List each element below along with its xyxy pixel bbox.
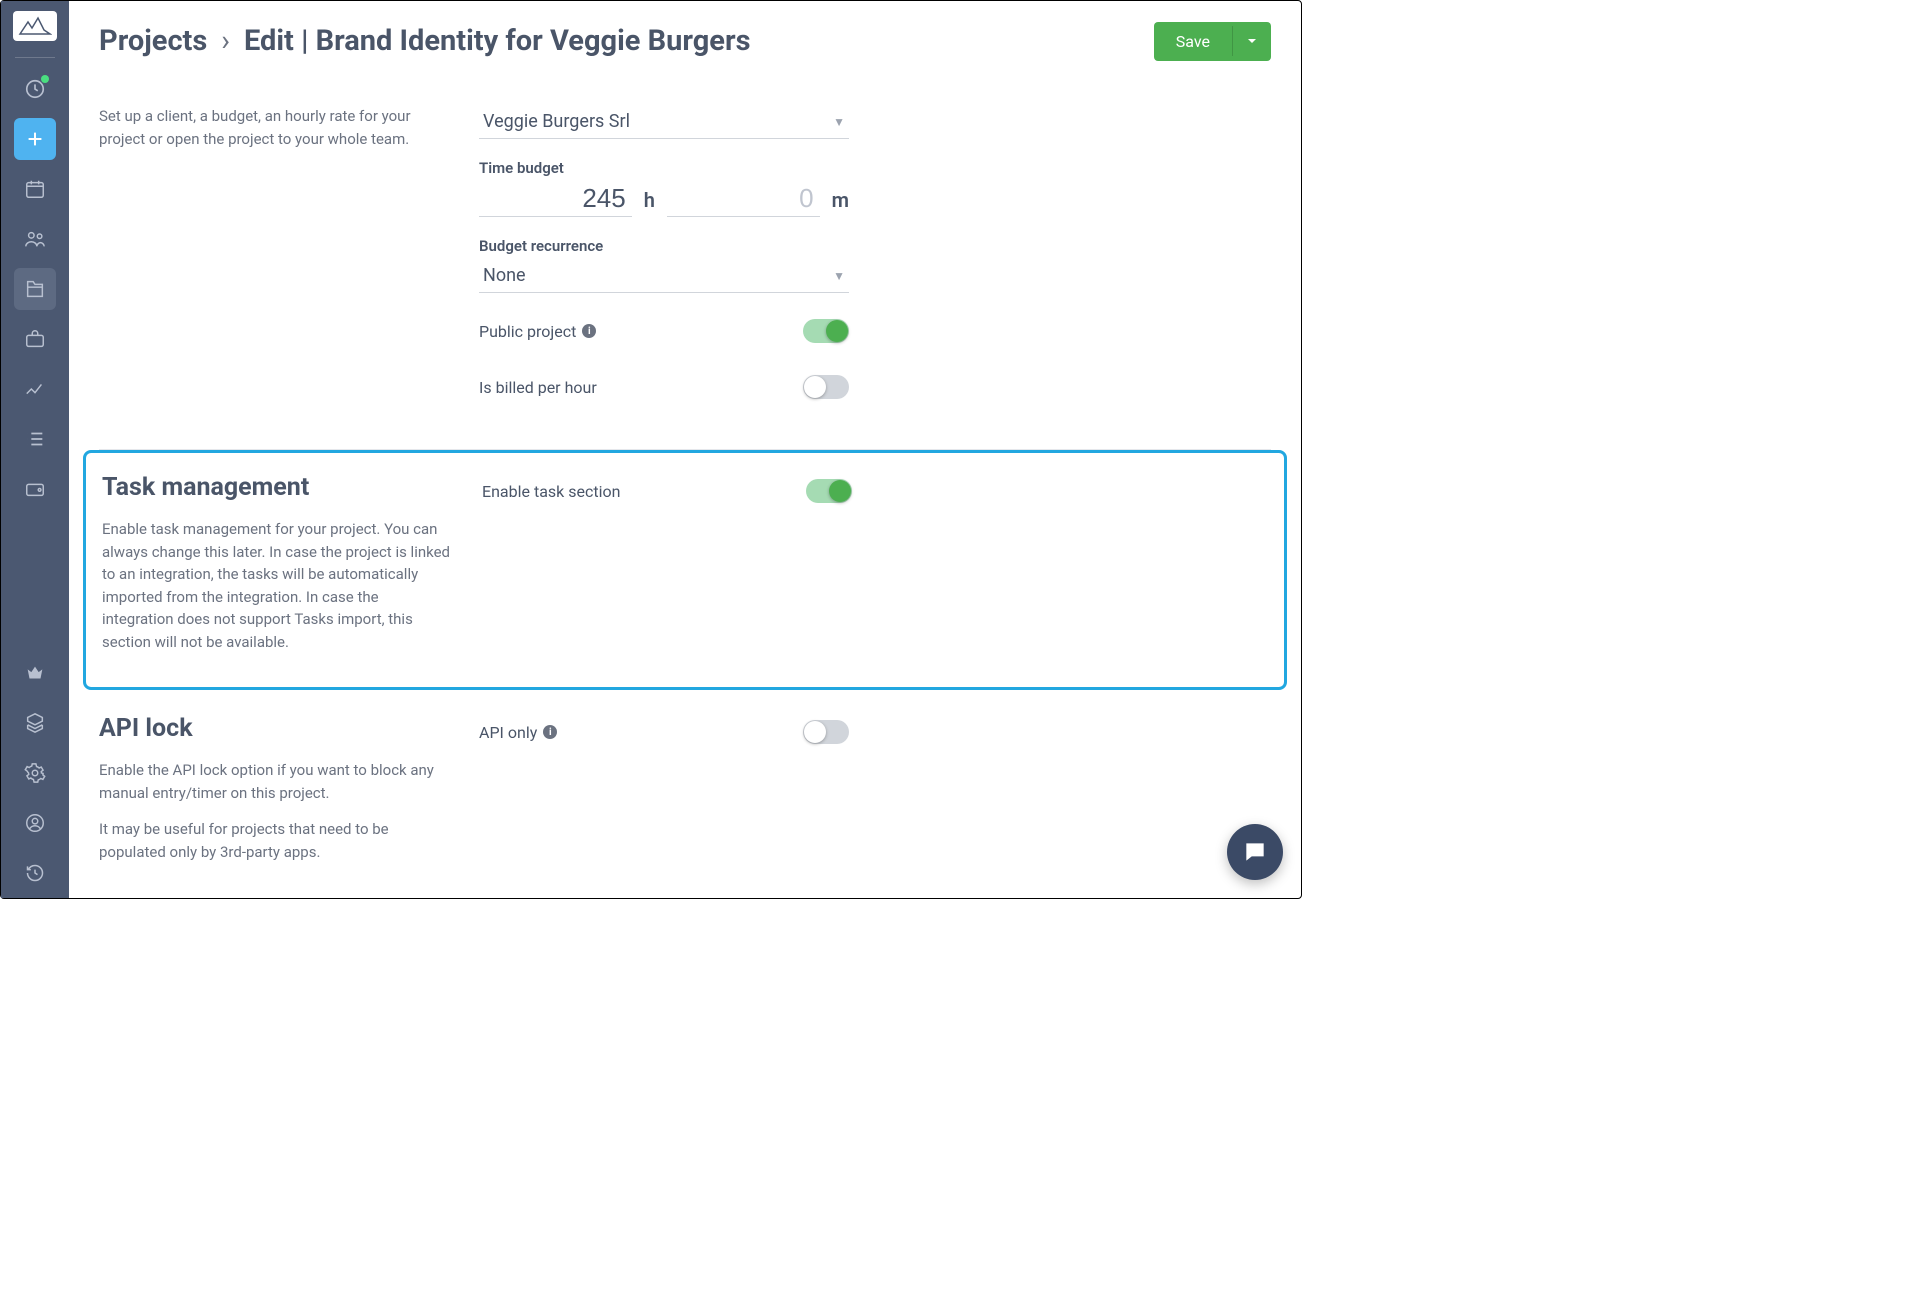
section-task-management: Task management Enable task management f… [83, 450, 1287, 690]
save-button-label: Save [1154, 22, 1232, 61]
nav-premium[interactable] [14, 652, 56, 694]
section-setup-desc: Set up a client, a budget, an hourly rat… [99, 105, 449, 150]
page-header: Projects › Edit | Brand Identity for Veg… [69, 1, 1301, 81]
save-button-dropdown[interactable] [1232, 26, 1271, 56]
api-lock-title: API lock [99, 714, 449, 743]
breadcrumb: Projects › Edit | Brand Identity for Veg… [99, 24, 750, 58]
chat-button[interactable] [1227, 824, 1283, 880]
minutes-unit: m [832, 188, 849, 212]
task-mgmt-title: Task management [102, 473, 452, 502]
nav-wallet[interactable] [14, 468, 56, 510]
nav-settings[interactable] [14, 752, 56, 794]
nav-integrations[interactable] [14, 702, 56, 744]
section-api-lock: API lock Enable the API lock option if y… [99, 690, 1271, 898]
breadcrumb-root[interactable]: Projects [99, 24, 207, 58]
info-icon[interactable]: i [582, 324, 596, 338]
section-project-setup: Set up a client, a budget, an hourly rat… [99, 81, 1271, 450]
api-lock-desc2: It may be useful for projects that need … [99, 818, 449, 863]
nav-account[interactable] [14, 802, 56, 844]
info-icon[interactable]: i [543, 725, 557, 739]
recurrence-select[interactable]: None ▼ [479, 259, 849, 293]
time-budget-minutes[interactable] [667, 181, 820, 217]
status-dot [41, 75, 49, 83]
billed-hour-label: Is billed per hour [479, 378, 597, 397]
nav-reports[interactable] [14, 368, 56, 410]
nav-history[interactable] [14, 852, 56, 894]
nav-time[interactable] [14, 68, 56, 110]
nav-team[interactable] [14, 218, 56, 260]
client-select-value: Veggie Burgers Srl [483, 111, 630, 132]
api-lock-desc1: Enable the API lock option if you want t… [99, 759, 449, 804]
api-only-toggle[interactable] [803, 720, 849, 744]
chevron-down-icon: ▼ [833, 269, 845, 283]
enable-task-label: Enable task section [482, 482, 620, 501]
time-budget-label: Time budget [479, 159, 849, 177]
breadcrumb-current: Edit | Brand Identity for Veggie Burgers [244, 24, 750, 58]
public-project-toggle[interactable] [803, 319, 849, 343]
recurrence-label: Budget recurrence [479, 237, 849, 255]
content-area: Set up a client, a budget, an hourly rat… [69, 81, 1301, 898]
app-logo[interactable] [13, 11, 57, 41]
chevron-down-icon: ▼ [833, 115, 845, 129]
chevron-right-icon: › [221, 24, 230, 58]
save-button[interactable]: Save [1154, 22, 1271, 61]
time-budget-hours[interactable] [479, 181, 632, 217]
task-mgmt-desc: Enable task management for your project.… [102, 518, 452, 653]
nav-list[interactable] [14, 418, 56, 460]
billed-hour-toggle[interactable] [803, 375, 849, 399]
api-only-label: API only [479, 723, 537, 742]
enable-task-toggle[interactable] [806, 479, 852, 503]
nav-projects[interactable] [14, 268, 56, 310]
client-select[interactable]: Veggie Burgers Srl ▼ [479, 105, 849, 139]
nav-calendar[interactable] [14, 168, 56, 210]
sidebar [1, 1, 69, 898]
divider [15, 57, 55, 58]
recurrence-value: None [483, 265, 526, 286]
nav-add[interactable] [14, 118, 56, 160]
hours-unit: h [644, 188, 655, 212]
nav-clients[interactable] [14, 318, 56, 360]
public-project-label: Public project [479, 322, 576, 341]
